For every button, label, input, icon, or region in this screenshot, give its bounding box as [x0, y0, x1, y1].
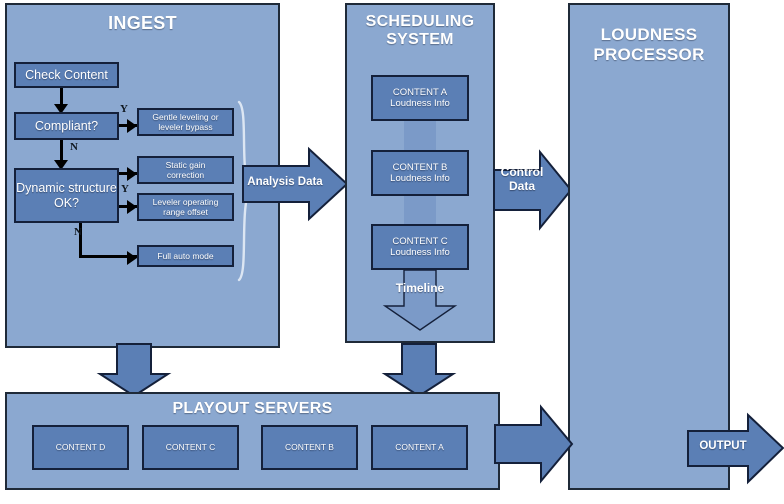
arrowhead-dynamic-yes [127, 200, 137, 214]
playout-content-c: CONTENT C [142, 425, 239, 470]
playout-title: PLAYOUT SERVERS [172, 400, 333, 417]
scheduling-content-b: CONTENT B Loudness Info [371, 150, 469, 196]
scheduling-content-c: CONTENT C Loudness Info [371, 224, 469, 270]
label-compliant-no: N [70, 141, 78, 153]
scheduling-content-c-detail: Loudness Info [390, 247, 450, 258]
playout-content-a: CONTENT A [371, 425, 468, 470]
loudness-title-line1: LOUDNESS [600, 25, 698, 44]
ingest-compliant-decision: Compliant? [14, 112, 119, 140]
outcome-leveler-range-line1: Leveler operating [152, 196, 219, 207]
arrowhead-dynamic-static [127, 167, 137, 181]
arrowhead-dynamic-no [127, 251, 137, 265]
ingest-check-content-box: Check Content [14, 62, 119, 88]
ingest-dynamic-decision: Dynamic structure OK? [14, 168, 119, 223]
outcome-full-auto: Full auto mode [137, 245, 234, 267]
scheduling-content-a: CONTENT A Loudness Info [371, 75, 469, 121]
playout-content-d: CONTENT D [32, 425, 129, 470]
outcome-static-gain-line1: Static gain [165, 159, 206, 170]
arrow-playout-to-loudness [494, 404, 574, 484]
outcome-gentle-leveling: Gentle leveling or leveler bypass [137, 108, 234, 136]
arrow-output [687, 412, 784, 485]
diagram-canvas: INGEST Check Content Compliant? Y Gentle… [0, 0, 784, 504]
scheduling-content-a-detail: Loudness Info [390, 98, 450, 109]
arrow-analysis-data [242, 146, 349, 222]
arrow-scheduling-to-playout [381, 343, 457, 398]
outcome-leveler-range-line2: range offset [163, 207, 208, 217]
loudness-title-line2: PROCESSOR [593, 44, 705, 64]
scheduling-content-c-name: CONTENT C [392, 235, 448, 247]
outcome-leveler-range: Leveler operating range offset [137, 193, 234, 221]
scheduling-content-b-detail: Loudness Info [390, 173, 450, 184]
scheduling-title-line1: SCHEDULING [365, 13, 475, 30]
ingest-title: INGEST [108, 13, 177, 33]
outcome-static-gain: Static gain correction [137, 156, 234, 184]
arrowhead-compliant-yes [127, 119, 137, 133]
connector-compliant-no [60, 140, 63, 162]
arrow-ingest-to-playout [96, 343, 172, 398]
label-dynamic-yes: Y [121, 183, 129, 195]
scheduling-content-a-name: CONTENT A [392, 86, 448, 98]
label-dynamic-no: N [74, 226, 82, 238]
loudness-title: LOUDNESS PROCESSOR [570, 25, 728, 64]
arrow-control-data [493, 149, 573, 231]
ingest-dynamic-decision-text: Dynamic structure OK? [16, 180, 117, 210]
scheduling-content-b-name: CONTENT B [392, 161, 448, 173]
scheduling-title: SCHEDULING SYSTEM [347, 13, 493, 50]
playout-content-b: CONTENT B [261, 425, 358, 470]
scheduling-title-line2: SYSTEM [386, 31, 454, 49]
outcome-static-gain-line2: correction [166, 170, 205, 180]
outcome-gentle-leveling-line2: leveler bypass [158, 122, 213, 132]
label-compliant-yes: Y [120, 103, 128, 115]
arrow-timeline [382, 269, 458, 332]
outcome-gentle-leveling-line1: Gentle leveling or [152, 111, 219, 122]
